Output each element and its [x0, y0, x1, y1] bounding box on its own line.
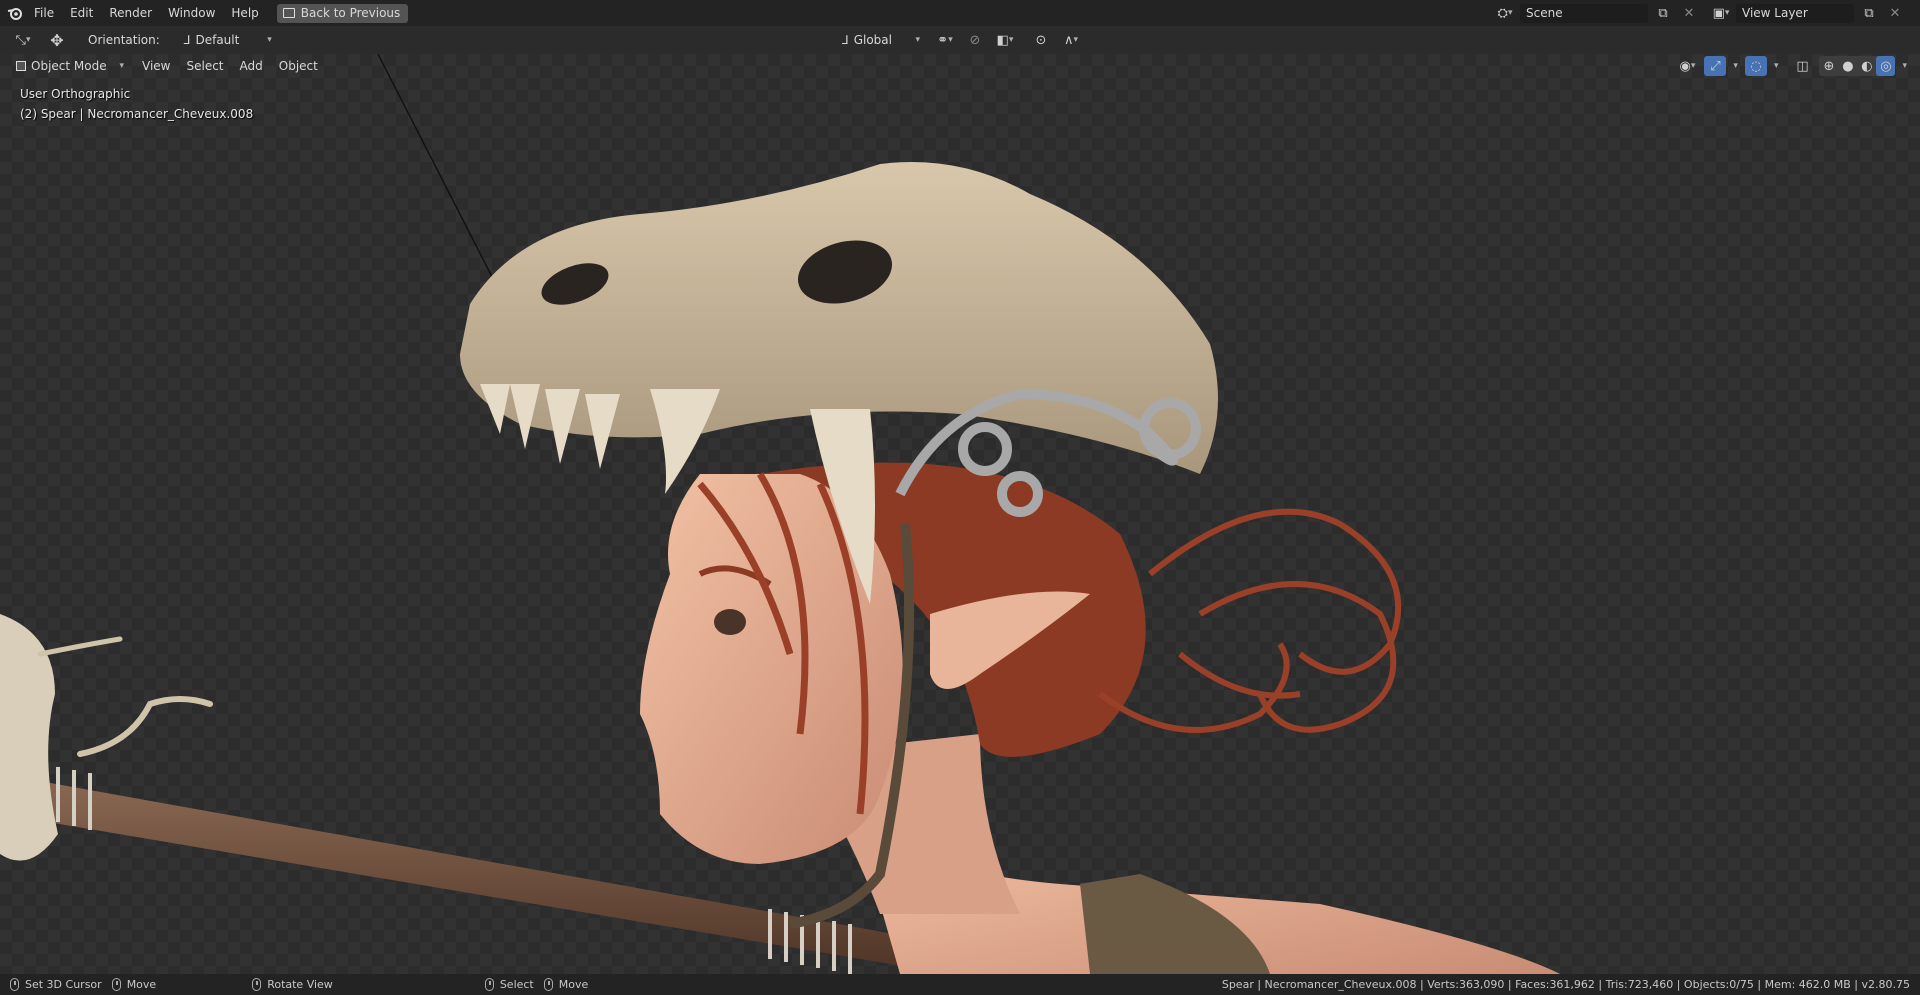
solid-shading-icon[interactable]: ●	[1838, 56, 1857, 76]
falloff-icon[interactable]: ∧ ▾	[1056, 30, 1086, 50]
visibility-icon[interactable]: ◉ ▾	[1672, 56, 1702, 76]
chevron-down-icon: ▾	[119, 61, 124, 71]
overlays-options-chevron-icon[interactable]: ▾	[1769, 61, 1784, 71]
viewport-header: Object Mode ▾ View Select Add Object ◉ ▾ …	[0, 54, 1920, 78]
new-scene-icon[interactable]: ⧉	[1652, 3, 1674, 23]
status-left-drag: Move	[111, 978, 157, 991]
status-move: Move	[126, 978, 157, 991]
mouse-right-icon	[484, 978, 494, 991]
orientation-dropdown[interactable]: ⅃ Default ▾	[178, 30, 278, 50]
axes-icon: ⅃	[183, 33, 191, 47]
xray-toggle-icon[interactable]: ◫	[1791, 56, 1813, 76]
shading-modes: ⊕ ● ◐ ◎	[1819, 56, 1896, 76]
proportional-edit-icon[interactable]: ⊙	[1030, 30, 1052, 50]
delete-view-layer-icon[interactable]: ✕	[1884, 3, 1906, 23]
scene-field[interactable]: Scene	[1520, 3, 1648, 23]
gizmo-toggle[interactable]: ⤢	[1704, 56, 1727, 76]
snap-toggle-icon[interactable]: ⊘	[964, 30, 986, 50]
shading-options-chevron-icon[interactable]: ▾	[1897, 61, 1912, 71]
scene-name: Scene	[1526, 5, 1563, 20]
menu-edit[interactable]: Edit	[62, 2, 101, 24]
mouse-drag-icon	[111, 978, 121, 991]
rendered-shading-icon[interactable]: ◎	[1876, 56, 1896, 76]
object-mode-value: Object Mode	[31, 59, 107, 73]
fullscreen-back-icon	[282, 8, 295, 18]
menu-window[interactable]: Window	[160, 2, 223, 24]
active-object-label: (2) Spear | Necromancer_Cheveux.008	[20, 107, 254, 121]
active-tool-icon[interactable]: ⤡ ▾	[8, 30, 38, 50]
new-view-layer-icon[interactable]: ⧉	[1858, 3, 1880, 23]
status-right-click: Select	[484, 978, 534, 991]
status-middle-click: Rotate View	[252, 978, 333, 991]
viewport-menu-object[interactable]: Object	[271, 55, 326, 77]
menu-render[interactable]: Render	[101, 2, 160, 24]
transform-orientation-dropdown[interactable]: ⅃ Global ▾	[836, 30, 926, 50]
overlays-toggle[interactable]: ◌	[1744, 56, 1767, 76]
top-bar: File Edit Render Window Help Back to Pre…	[0, 0, 1920, 26]
mouse-left-icon	[10, 978, 19, 991]
wireframe-shading-icon[interactable]: ⊕	[1819, 56, 1838, 76]
status-move-2: Move	[558, 978, 589, 991]
view-layer-field[interactable]: View Layer	[1736, 3, 1854, 23]
viewport-menu-select[interactable]: Select	[178, 55, 231, 77]
status-left-click: Set 3D Cursor	[10, 978, 102, 991]
back-to-previous-label: Back to Previous	[300, 5, 401, 20]
delete-scene-icon[interactable]: ✕	[1678, 3, 1700, 23]
global-axes-icon: ⅃	[842, 33, 849, 47]
chevron-down-icon: ▾	[267, 35, 272, 45]
view-layer-icon[interactable]: ▣ ▾	[1710, 3, 1732, 23]
viewport-menu-add[interactable]: Add	[232, 55, 271, 77]
tool-header: ⤡ ▾ ✥ Orientation: ⅃ Default ▾ ⅃ Global ▾…	[0, 26, 1920, 54]
scene-statistics: Spear | Necromancer_Cheveux.008 | Verts:…	[1221, 978, 1910, 991]
snap-element-icon[interactable]: ◧ ▾	[990, 30, 1020, 50]
blender-logo-icon[interactable]	[4, 3, 26, 23]
view-name-label: User Orthographic	[20, 87, 131, 101]
viewport-menu-view[interactable]: View	[134, 55, 178, 77]
object-mode-dropdown[interactable]: Object Mode ▾	[10, 56, 130, 76]
orientation-value: Default	[195, 33, 240, 47]
status-select: Select	[499, 978, 534, 991]
view-layer-name: View Layer	[1742, 5, 1808, 20]
status-set-3d-cursor: Set 3D Cursor	[25, 978, 102, 991]
move-tool-icon[interactable]: ✥	[46, 30, 68, 50]
gizmo-icon: ⤢	[1710, 58, 1721, 74]
status-rotate-view: Rotate View	[267, 978, 333, 991]
mouse-middle-icon	[252, 978, 262, 991]
material-shading-icon[interactable]: ◐	[1857, 56, 1876, 76]
pivot-point-icon[interactable]: ⚭ ▾	[930, 30, 960, 50]
chevron-down-icon: ▾	[915, 35, 920, 45]
mouse-drag-icon	[543, 978, 553, 991]
scene-icon[interactable]: ⛭ ▾	[1494, 3, 1516, 23]
overlays-icon: ◌	[1750, 58, 1762, 74]
status-right-drag: Move	[543, 978, 589, 991]
transform-orientation-value: Global	[853, 33, 892, 47]
orientation-label: Orientation:	[88, 33, 160, 47]
object-mode-icon	[16, 61, 26, 71]
menu-file[interactable]: File	[26, 2, 62, 24]
menu-help[interactable]: Help	[223, 2, 266, 24]
back-to-previous-button[interactable]: Back to Previous	[276, 3, 409, 23]
character-eye	[714, 609, 746, 635]
scene-render	[0, 54, 1560, 974]
gizmo-options-chevron-icon[interactable]: ▾	[1728, 61, 1743, 71]
status-bar: Set 3D Cursor Move Rotate View Select Mo…	[0, 974, 1920, 995]
3d-viewport[interactable]: Object Mode ▾ View Select Add Object ◉ ▾ …	[0, 54, 1920, 974]
